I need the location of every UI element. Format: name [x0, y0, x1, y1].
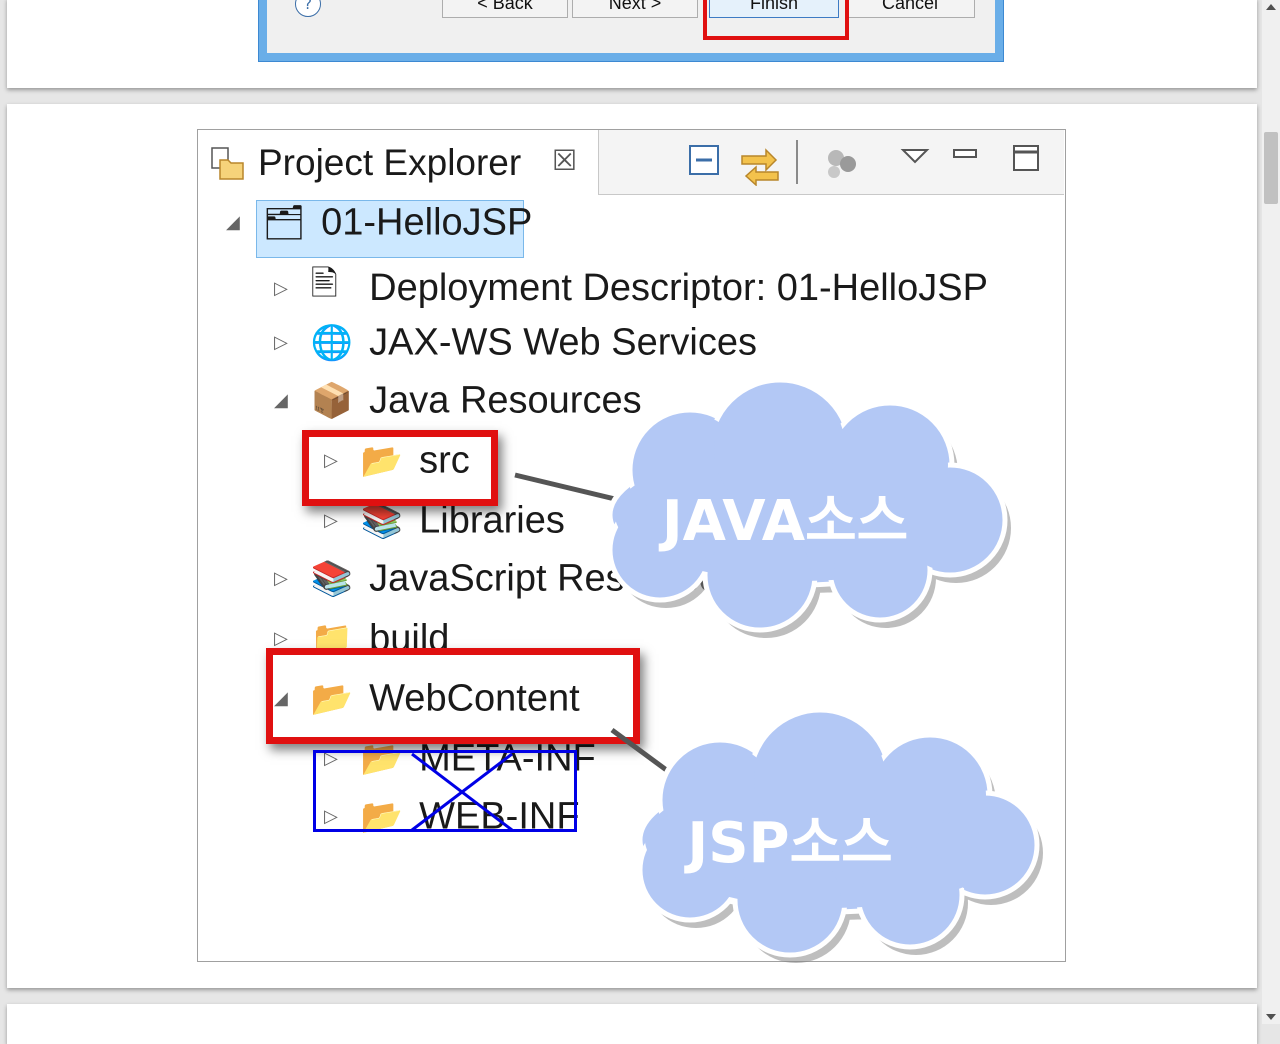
jsp-cloud-label: JSP소스 [683, 811, 892, 876]
scroll-thumb[interactable] [1264, 132, 1278, 204]
scroll-up-icon[interactable] [1266, 4, 1276, 10]
blue-cross-box [313, 750, 577, 832]
java-source-cloud: JAVA소스 [607, 377, 1011, 638]
scroll-down-icon[interactable] [1266, 1014, 1276, 1020]
annotation-overlay: JAVA소스 JSP소스 [411, 377, 1043, 963]
page-scrollbar[interactable] [1262, 0, 1280, 1024]
java-cloud-label: JAVA소스 [658, 489, 908, 554]
jsp-source-cloud: JSP소스 [637, 707, 1043, 963]
